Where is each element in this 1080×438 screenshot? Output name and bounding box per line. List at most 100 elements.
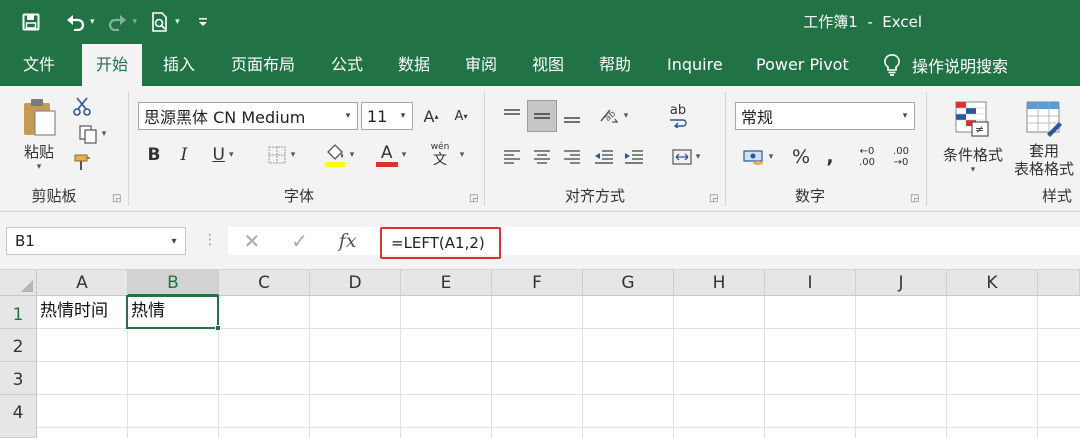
orientation-button[interactable]: ab ▾ [593, 102, 633, 130]
underline-dropdown[interactable]: ▾ [229, 150, 234, 160]
percent-button[interactable]: % [788, 144, 814, 170]
column-header-h[interactable]: H [674, 270, 765, 296]
increase-decimal-button[interactable]: ←0 .00 [852, 142, 882, 172]
clipboard-launcher-icon[interactable]: ◲ [112, 193, 121, 204]
tab-home[interactable]: 开始 [82, 44, 143, 86]
phonetic-guide-button[interactable]: wén 文 [425, 138, 455, 172]
save-button[interactable] [20, 10, 42, 34]
number-launcher-icon[interactable]: ◲ [910, 193, 919, 204]
column-header-c[interactable]: C [219, 270, 310, 296]
bold-button[interactable]: B [143, 142, 165, 168]
row-header-2[interactable]: 2 [0, 329, 37, 362]
tab-formulas[interactable]: 公式 [317, 44, 377, 86]
column-header-next[interactable] [1038, 270, 1080, 296]
enter-icon[interactable]: ✓ [291, 229, 308, 253]
tab-inquire[interactable]: Inquire [653, 44, 737, 86]
increase-indent-icon [625, 150, 643, 164]
paste-button[interactable]: 粘贴 ▾ [14, 94, 64, 174]
cancel-icon[interactable]: ✕ [243, 229, 260, 253]
column-header-e[interactable]: E [401, 270, 492, 296]
tab-page-layout[interactable]: 页面布局 [217, 44, 309, 86]
align-right-button[interactable] [559, 144, 585, 170]
align-left-button[interactable] [499, 144, 525, 170]
redo-dropdown[interactable]: ▾ [133, 17, 138, 27]
formula-input[interactable]: =LEFT(A1,2) [380, 227, 501, 259]
wrap-text-button[interactable]: ab [663, 100, 693, 132]
alignment-group-label: 对齐方式 [564, 187, 625, 205]
borders-dropdown[interactable]: ▾ [291, 150, 296, 160]
orientation-dropdown[interactable]: ▾ [624, 111, 629, 121]
tab-view[interactable]: 视图 [518, 44, 578, 86]
top-align-button[interactable] [499, 102, 525, 130]
name-box-value: B1 [15, 232, 35, 250]
customize-qat-button[interactable] [192, 10, 214, 34]
copy-dropdown[interactable]: ▾ [102, 129, 107, 139]
tab-insert[interactable]: 插入 [149, 44, 209, 86]
select-all-button[interactable] [0, 270, 37, 296]
column-header-i[interactable]: I [765, 270, 856, 296]
alignment-group: ab ▾ ab ▾ 对齐方式 ◲ [485, 86, 725, 210]
row-header-4[interactable]: 4 [0, 395, 37, 438]
column-header-j[interactable]: J [856, 270, 947, 296]
column-header-a[interactable]: A [37, 270, 128, 296]
fill-color-dropdown[interactable]: ▾ [350, 150, 355, 160]
tell-me-search[interactable]: 操作说明搜索 [884, 44, 1008, 86]
shrink-font-button[interactable]: A ▾ [449, 104, 473, 128]
paste-dropdown[interactable]: ▾ [37, 162, 42, 172]
column-header-k[interactable]: K [947, 270, 1038, 296]
align-center-button[interactable] [529, 144, 555, 170]
chevron-down-icon: ▾ [902, 111, 908, 121]
merge-center-button[interactable]: ▾ [663, 144, 709, 170]
cut-button[interactable] [68, 94, 96, 118]
font-name-select[interactable]: 思源黑体 CN Medium ▾ [138, 102, 358, 130]
tab-help[interactable]: 帮助 [585, 44, 645, 86]
font-color-dropdown[interactable]: ▾ [402, 150, 407, 160]
font-launcher-icon[interactable]: ◲ [469, 193, 478, 204]
bottom-align-button[interactable] [559, 102, 585, 130]
font-group-label: 字体 [283, 187, 314, 205]
underline-button[interactable]: U ▾ [203, 142, 243, 168]
column-header-g[interactable]: G [583, 270, 674, 296]
insert-function-button[interactable]: fx [339, 230, 357, 252]
cell-a1[interactable]: 热情时间 [37, 296, 127, 328]
alignment-launcher-icon[interactable]: ◲ [709, 193, 718, 204]
redo-button[interactable] [107, 10, 129, 34]
number-format-select[interactable]: 常规 ▾ [735, 102, 915, 130]
undo-button[interactable] [64, 10, 86, 34]
conditional-formatting-button[interactable]: ≠ 条件格式 ▾ [935, 94, 1011, 180]
fill-handle[interactable] [215, 325, 221, 331]
accounting-dropdown[interactable]: ▾ [769, 152, 774, 162]
decrease-indent-button[interactable] [591, 144, 617, 170]
column-header-d[interactable]: D [310, 270, 401, 296]
formula-bar-splitter[interactable]: ⋮ [203, 232, 217, 248]
tab-file[interactable]: 文件 [9, 44, 69, 86]
row-header-3[interactable]: 3 [0, 362, 37, 395]
font-color-button[interactable]: A ▾ [369, 140, 413, 170]
grow-font-button[interactable]: A ▴ [419, 104, 443, 128]
tab-power-pivot[interactable]: Power Pivot [742, 44, 863, 86]
font-size-select[interactable]: 11 ▾ [361, 102, 413, 130]
column-header-f[interactable]: F [492, 270, 583, 296]
format-as-table-button[interactable]: 套用 表格格式 [1009, 94, 1079, 184]
column-header-b[interactable]: B [128, 270, 219, 296]
accounting-format-button[interactable]: ▾ [736, 144, 780, 170]
phonetic-dropdown[interactable]: ▾ [455, 142, 469, 168]
tab-data[interactable]: 数据 [384, 44, 444, 86]
decrease-decimal-button[interactable]: .00 →0 [886, 142, 916, 172]
comma-button[interactable]: , [818, 144, 842, 170]
borders-button[interactable]: ▾ [259, 142, 303, 168]
merge-center-dropdown[interactable]: ▾ [696, 152, 701, 162]
conditional-formatting-dropdown[interactable]: ▾ [971, 165, 976, 175]
increase-indent-button[interactable] [621, 144, 647, 170]
undo-dropdown[interactable]: ▾ [90, 17, 95, 27]
middle-align-button[interactable] [527, 100, 557, 132]
print-preview-button[interactable] [149, 10, 171, 34]
format-painter-button[interactable] [68, 150, 96, 174]
tab-review[interactable]: 审阅 [451, 44, 511, 86]
fill-color-button[interactable]: ▾ [317, 140, 361, 170]
row-header-1[interactable]: 1 [0, 296, 37, 329]
name-box[interactable]: B1 ▾ [6, 227, 186, 255]
print-preview-dropdown[interactable]: ▾ [175, 17, 180, 27]
copy-button[interactable]: ▾ [68, 122, 116, 146]
italic-button[interactable]: I [173, 142, 195, 168]
